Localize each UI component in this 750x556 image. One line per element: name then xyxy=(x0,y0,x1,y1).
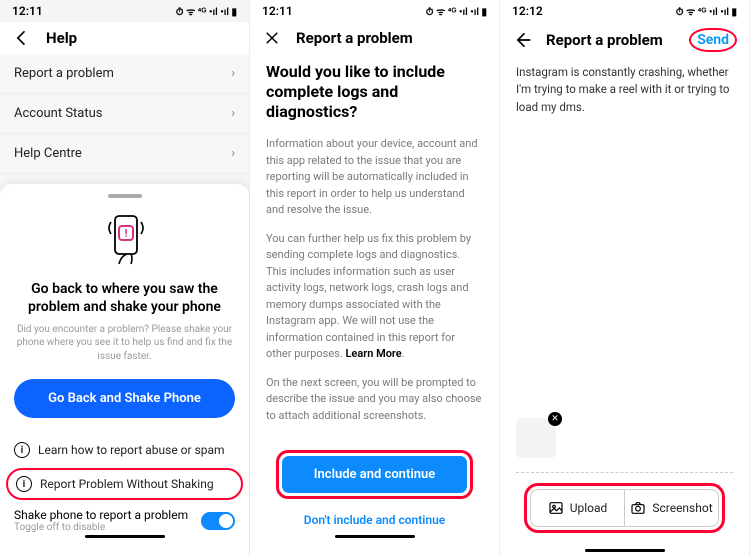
screen-help: 12:11 ⏱ ᯤ ⁴ᴳ •ıl •ıl ▮ Help Report a pro… xyxy=(0,0,250,556)
logs-heading: Would you like to include complete logs … xyxy=(266,62,483,122)
button-label: Upload xyxy=(570,501,608,515)
svg-text:!: ! xyxy=(124,227,127,240)
go-back-shake-button[interactable]: Go Back and Shake Phone xyxy=(14,379,235,418)
dont-include-link[interactable]: Don't include and continue xyxy=(276,507,473,533)
highlight-include: Include and continue xyxy=(276,450,473,499)
chevron-right-icon: › xyxy=(231,146,235,161)
toggle-sublabel: Toggle off to disable xyxy=(14,522,188,533)
learn-more-link[interactable]: Learn More xyxy=(345,347,401,360)
sheet-grabber[interactable] xyxy=(108,194,142,198)
status-bar: 12:11 ⏱ ᯤ ⁴ᴳ •ıl •ıl ▮ xyxy=(0,0,249,22)
shake-phone-illustration: ! xyxy=(95,208,155,268)
home-indicator xyxy=(585,549,665,552)
list-item-report[interactable]: Report a problem › xyxy=(0,54,249,94)
remove-attachment-icon[interactable]: ✕ xyxy=(548,412,562,426)
logs-paragraph-2: You can further help us fix this problem… xyxy=(266,231,483,363)
status-bar: 12:11 ⏱ ᯤ ⁴ᴳ •ıl •ıl ▮ xyxy=(250,0,499,22)
bottom-sheet: ! Go back to where you saw the problem a… xyxy=(0,184,249,556)
back-arrow-icon[interactable] xyxy=(512,30,532,50)
highlight-attach-bar: Upload Screenshot xyxy=(524,483,725,533)
list-item-label: Account Status xyxy=(14,106,103,121)
status-time: 12:12 xyxy=(512,4,543,18)
button-label: Screenshot xyxy=(652,501,712,515)
toggle-label: Shake phone to report a problem xyxy=(14,508,188,522)
logs-paragraph-3: On the next screen, you will be prompted… xyxy=(266,375,483,425)
divider xyxy=(516,472,733,473)
problem-description-input[interactable]: Instagram is constantly crashing, whethe… xyxy=(516,64,733,116)
attach-bar: Upload Screenshot xyxy=(530,489,719,527)
body: Instagram is constantly crashing, whethe… xyxy=(500,58,749,556)
home-indicator xyxy=(335,535,415,538)
page-title: Report a problem xyxy=(296,29,413,47)
status-time: 12:11 xyxy=(262,4,293,18)
home-indicator xyxy=(85,535,165,538)
row-label: Report Problem Without Shaking xyxy=(40,477,214,491)
chevron-right-icon: › xyxy=(231,106,235,121)
sheet-heading: Go back to where you saw the problem and… xyxy=(20,280,229,316)
report-without-shaking-row[interactable]: i Report Problem Without Shaking xyxy=(6,468,243,500)
attachment-thumb[interactable]: ✕ xyxy=(516,418,556,458)
status-icons: ⏱ ᯤ ⁴ᴳ •ıl •ıl ▮ xyxy=(426,4,487,18)
back-arrow-icon[interactable] xyxy=(12,28,32,48)
page-title: Report a problem xyxy=(546,31,663,49)
list-item-label: Help Centre xyxy=(14,146,82,161)
page-title: Help xyxy=(46,29,77,47)
list-item-label: Report a problem xyxy=(14,66,114,81)
status-icons: ⏱ ᯤ ⁴ᴳ •ıl •ıl ▮ xyxy=(176,4,237,18)
screen-report-logs: 12:11 ⏱ ᯤ ⁴ᴳ •ıl •ıl ▮ Report a problem … xyxy=(250,0,500,556)
shake-toggle[interactable] xyxy=(201,512,235,530)
body: Would you like to include complete logs … xyxy=(250,54,499,556)
list-item-account-status[interactable]: Account Status › xyxy=(0,94,249,134)
header: Help xyxy=(0,22,249,54)
row-label: Learn how to report abuse or spam xyxy=(38,443,225,457)
status-icons: ⏱ ᯤ ⁴ᴳ •ıl •ıl ▮ xyxy=(676,4,737,18)
learn-report-abuse-row[interactable]: i Learn how to report abuse or spam xyxy=(14,432,235,468)
status-time: 12:11 xyxy=(12,4,43,18)
include-continue-button[interactable]: Include and continue xyxy=(282,456,467,493)
info-icon: i xyxy=(14,442,30,458)
chevron-right-icon: › xyxy=(231,66,235,81)
header: Report a problem xyxy=(250,22,499,54)
attachments-row: ✕ xyxy=(516,418,733,468)
shake-toggle-row: Shake phone to report a problem Toggle o… xyxy=(14,500,235,533)
send-button[interactable]: Send xyxy=(689,28,737,52)
camera-icon xyxy=(630,500,646,516)
logs-paragraph-1: Information about your device, account a… xyxy=(266,136,483,219)
close-icon[interactable] xyxy=(262,28,282,48)
screenshot-button[interactable]: Screenshot xyxy=(624,490,718,526)
status-bar: 12:12 ⏱ ᯤ ⁴ᴳ •ıl •ıl ▮ xyxy=(500,0,749,22)
upload-button[interactable]: Upload xyxy=(531,490,624,526)
image-icon xyxy=(548,500,564,516)
screen-report-compose: 12:12 ⏱ ᯤ ⁴ᴳ •ıl •ıl ▮ Report a problem … xyxy=(500,0,750,556)
sheet-subtext: Did you encounter a problem? Please shak… xyxy=(14,323,235,364)
list-item-help-centre[interactable]: Help Centre › xyxy=(0,134,249,174)
header: Report a problem Send xyxy=(500,22,749,58)
info-icon: i xyxy=(16,476,32,492)
footer: Include and continue Don't include and c… xyxy=(266,450,483,556)
